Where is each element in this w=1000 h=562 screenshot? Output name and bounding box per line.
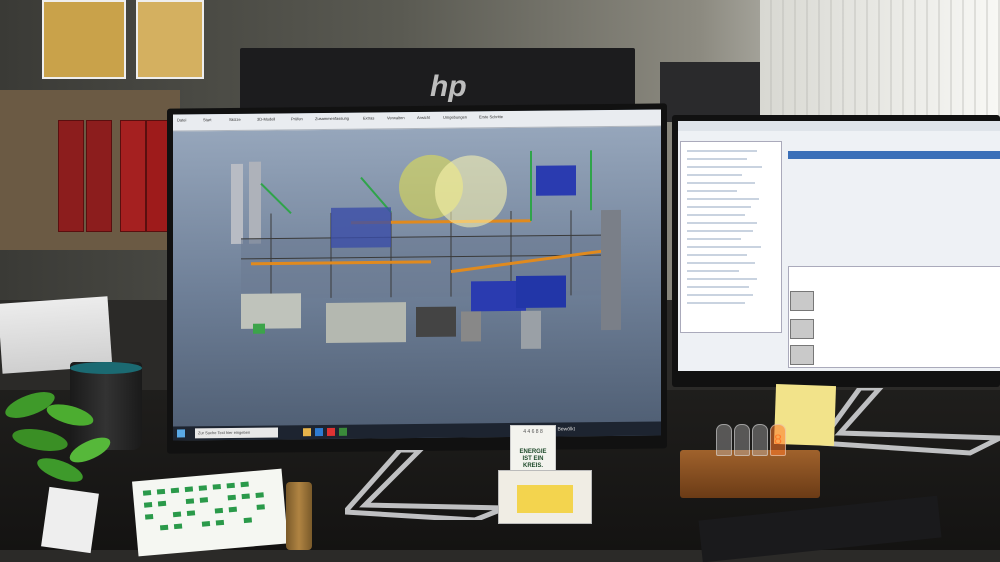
blue-machine	[536, 165, 576, 196]
tank	[521, 310, 541, 349]
wooden-stamp	[286, 482, 312, 550]
card-text: ENERGIE IST EIN KREIS.	[519, 449, 547, 469]
name-plate	[41, 486, 99, 554]
card-holder	[498, 470, 592, 524]
silo	[231, 163, 243, 244]
part-thumbnail[interactable]	[790, 319, 814, 339]
ribbon-tab[interactable]: Datei	[177, 117, 186, 126]
cabinet-row	[241, 293, 301, 329]
ribbon-tab[interactable]: Erste Schritte	[479, 114, 503, 123]
card-title: 4 4 6 8 8	[523, 429, 543, 435]
ribbon-tab[interactable]: Umgebungen	[443, 114, 467, 123]
cad-screen: Datei Start Skizze 3D-Modell Prüfen Zusa…	[173, 109, 661, 441]
silo	[249, 161, 261, 244]
cabinet	[461, 311, 481, 342]
cabinet-row	[326, 302, 406, 343]
panel-header	[788, 151, 1000, 159]
cabinet	[416, 306, 456, 338]
hp-logo: hp	[430, 70, 467, 103]
blue-machine	[331, 207, 391, 248]
nixie-tube	[716, 424, 732, 456]
ribbon-tab[interactable]: Prüfen	[291, 116, 303, 125]
part-thumbnail[interactable]	[790, 345, 814, 365]
back-monitor	[660, 62, 760, 122]
forklift	[253, 323, 265, 334]
sheet-grid	[142, 481, 265, 531]
nixie-tube: 8	[770, 424, 786, 456]
printed-sheet	[132, 468, 288, 557]
ribbon-tab[interactable]: Ansicht	[417, 115, 430, 124]
pdm-screen	[678, 121, 1000, 371]
taskbar-search-input[interactable]: Zur Suche Text hier eingeben	[195, 427, 278, 439]
ribbon-tab[interactable]: Extras	[363, 115, 374, 124]
wall-poster	[136, 0, 204, 79]
ribbon-tab[interactable]: Verwalten	[387, 115, 405, 124]
folder-icon[interactable]	[303, 428, 311, 437]
ribbon-tab[interactable]: Skizze	[229, 117, 241, 126]
right-monitor	[672, 115, 1000, 387]
blue-machine	[516, 275, 566, 308]
part-thumbnail[interactable]	[790, 291, 814, 311]
app-icon[interactable]	[327, 427, 335, 436]
windows-taskbar: Zur Suche Text hier eingeben 17°C Bewölk…	[173, 421, 661, 441]
left-monitor: Datei Start Skizze 3D-Modell Prüfen Zusa…	[167, 103, 667, 454]
monitor-stand	[345, 450, 506, 520]
binder	[86, 120, 112, 232]
results-table[interactable]	[788, 266, 1000, 368]
mug-rim	[70, 362, 142, 374]
windows-start-icon[interactable]	[177, 429, 185, 438]
ribbon-tab[interactable]: Zusammenfassung	[315, 116, 349, 125]
menu-bar	[678, 121, 1000, 131]
houseplant	[5, 392, 111, 482]
wall-poster	[42, 0, 126, 79]
nixie-clock: 8	[680, 424, 820, 498]
tree-view[interactable]	[680, 141, 782, 333]
monitor-stand	[820, 388, 1000, 456]
tall-tank	[601, 209, 621, 331]
nixie-tube	[734, 424, 750, 456]
yellow-sticky-pad	[517, 485, 573, 513]
nixie-digit: 8	[774, 431, 782, 447]
nixie-tube	[752, 424, 768, 456]
industrial-plant-3d-model[interactable]	[231, 150, 621, 374]
binder	[58, 120, 84, 232]
binder	[120, 120, 146, 232]
ribbon-toolbar: Datei Start Skizze 3D-Modell Prüfen Zusa…	[173, 109, 661, 132]
ribbon-tab[interactable]: Start	[203, 117, 211, 126]
ribbon-tab[interactable]: 3D-Modell	[257, 116, 275, 125]
edge-icon[interactable]	[315, 427, 323, 437]
app-icon[interactable]	[339, 427, 347, 436]
